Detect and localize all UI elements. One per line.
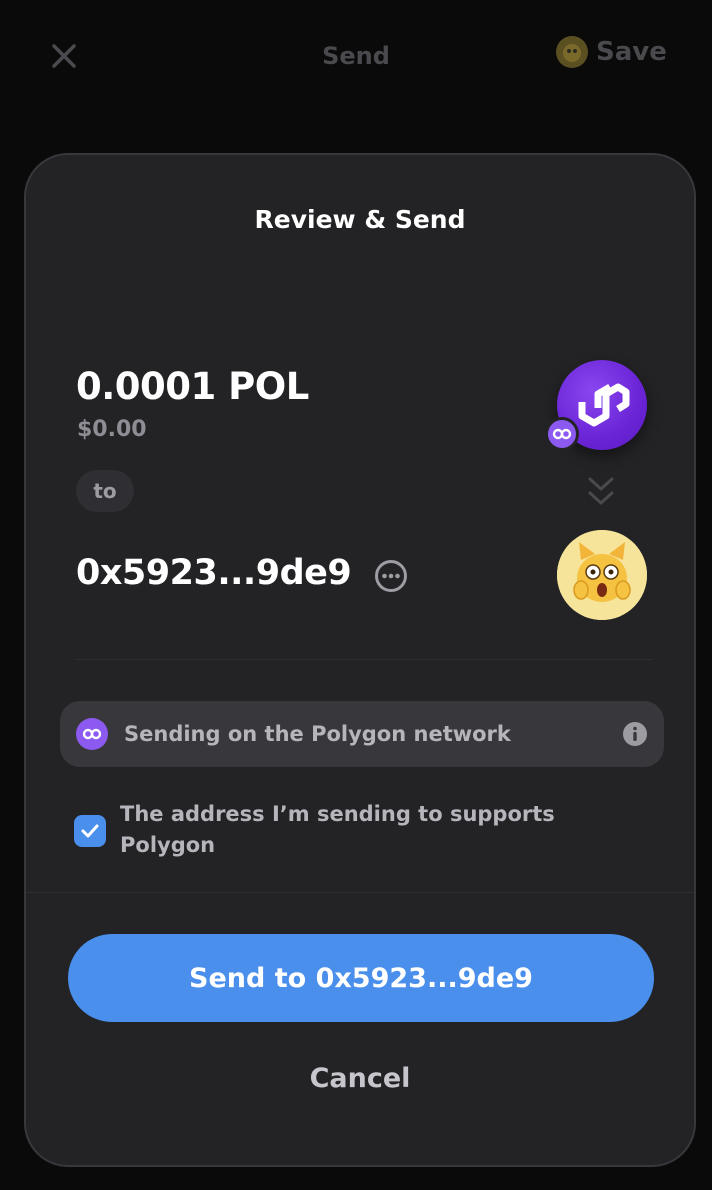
- divider: [26, 892, 694, 893]
- recipient-address: 0x5923...9de9: [76, 553, 352, 593]
- confirm-checkbox[interactable]: [74, 815, 106, 847]
- save-label: Save: [596, 37, 667, 67]
- save-button[interactable]: Save: [556, 36, 667, 68]
- review-send-sheet: Review & Send 0.0001 POL $0.00 to 0x5923…: [24, 153, 696, 1167]
- info-icon[interactable]: [622, 721, 648, 747]
- recipient-avatar: [557, 530, 647, 620]
- address-support-confirmation[interactable]: The address I’m sending to supports Poly…: [74, 799, 634, 861]
- send-screen: Send Save Review & Send 0.0001 POL $0.00: [0, 0, 712, 1190]
- polygon-chain-badge-icon: [545, 417, 579, 451]
- cat-avatar-icon: [556, 36, 588, 68]
- cancel-button[interactable]: Cancel: [26, 1063, 694, 1094]
- send-button[interactable]: Send to 0x5923...9de9: [68, 934, 654, 1022]
- to-chip: to: [76, 470, 134, 512]
- polygon-network-icon: [76, 718, 108, 750]
- network-notice-text: Sending on the Polygon network: [124, 722, 511, 746]
- double-chevron-down-icon: [588, 477, 614, 505]
- top-bar: Send Save: [0, 0, 712, 110]
- network-notice-banner[interactable]: Sending on the Polygon network: [60, 701, 664, 767]
- checkmark-icon: [81, 824, 99, 838]
- divider: [76, 659, 652, 660]
- screaming-cat-icon: [557, 530, 647, 620]
- more-icon[interactable]: [374, 559, 408, 593]
- confirm-text: The address I’m sending to supports Poly…: [120, 802, 555, 857]
- sheet-title: Review & Send: [254, 205, 466, 234]
- send-amount: 0.0001 POL: [76, 365, 309, 408]
- send-amount-usd: $0.00: [77, 417, 147, 442]
